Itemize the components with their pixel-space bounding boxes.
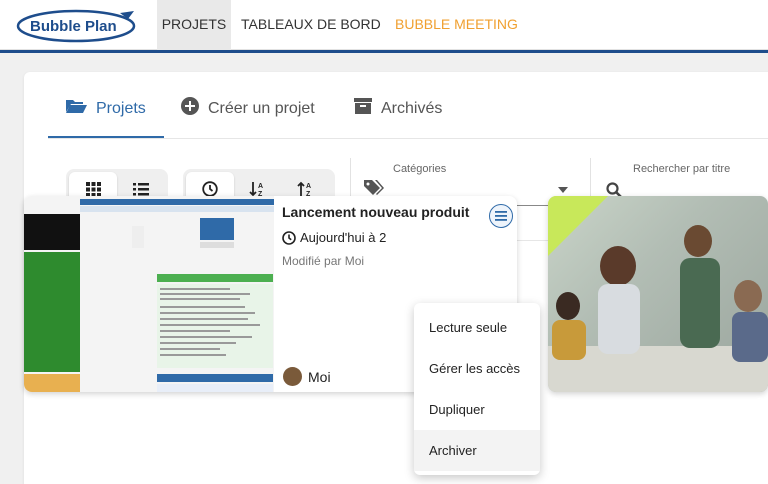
clock-icon — [282, 230, 296, 245]
project-date: Aujourd'hui à 2 — [282, 230, 386, 245]
svg-text:A: A — [306, 183, 311, 190]
project-menu-button[interactable] — [489, 204, 513, 228]
grid-icon — [85, 181, 101, 197]
project-context-menu: Lecture seule Gérer les accès Dupliquer … — [414, 303, 540, 475]
tab-projets[interactable]: Projets — [65, 98, 146, 120]
project-photo-thumbnail — [548, 196, 768, 392]
search-label: Rechercher par titre — [633, 163, 731, 175]
chevron-down-icon — [558, 187, 568, 193]
folder-open-icon — [65, 98, 87, 121]
owner-name: Moi — [308, 368, 331, 385]
tab-archives-label: Archivés — [381, 100, 443, 117]
tab-creer-label: Créer un projet — [208, 100, 315, 117]
project-modified: Modifié par Moi — [282, 254, 365, 268]
svg-text:Bubble Plan: Bubble Plan — [30, 18, 117, 35]
nav-tableaux-de-bord[interactable]: TABLEAUX DE BORD — [241, 0, 381, 50]
sort-alpha-down-icon: AZ — [249, 182, 263, 197]
nav-bubble-meeting[interactable]: BUBBLE MEETING — [395, 0, 518, 50]
bubble-plan-logo[interactable]: Bubble Plan — [16, 7, 140, 43]
list-icon — [133, 182, 149, 195]
tabs-divider — [48, 138, 768, 139]
menu-item-dupliquer[interactable]: Dupliquer — [414, 389, 540, 430]
tab-archives[interactable]: Archivés — [354, 97, 443, 121]
project-title[interactable]: Lancement nouveau produit — [282, 204, 469, 220]
clock-icon — [202, 181, 218, 197]
project-thumbnail — [24, 196, 274, 392]
categories-label: Catégories — [393, 163, 447, 175]
navbar-accent-line — [0, 50, 768, 53]
tab-projets-label: Projets — [96, 100, 146, 117]
sort-alpha-up-icon: AZ — [297, 181, 311, 197]
project-owner: Moi — [283, 367, 331, 386]
project-date-text: Aujourd'hui à 2 — [300, 230, 387, 245]
svg-text:A: A — [258, 183, 263, 190]
plus-circle-icon — [181, 96, 199, 122]
hamburger-icon — [495, 211, 507, 221]
top-navbar: Bubble Plan PROJETS TABLEAUX DE BORD BUB… — [0, 0, 768, 50]
tab-creer-projet[interactable]: Créer un projet — [181, 96, 315, 122]
menu-item-archiver[interactable]: Archiver — [414, 430, 540, 471]
menu-item-lecture-seule[interactable]: Lecture seule — [414, 307, 540, 348]
menu-item-gerer-acces[interactable]: Gérer les accès — [414, 348, 540, 389]
project-card-2[interactable] — [548, 196, 768, 392]
avatar — [283, 367, 302, 386]
archive-icon — [354, 97, 372, 121]
nav-projets[interactable]: PROJETS — [157, 0, 231, 50]
